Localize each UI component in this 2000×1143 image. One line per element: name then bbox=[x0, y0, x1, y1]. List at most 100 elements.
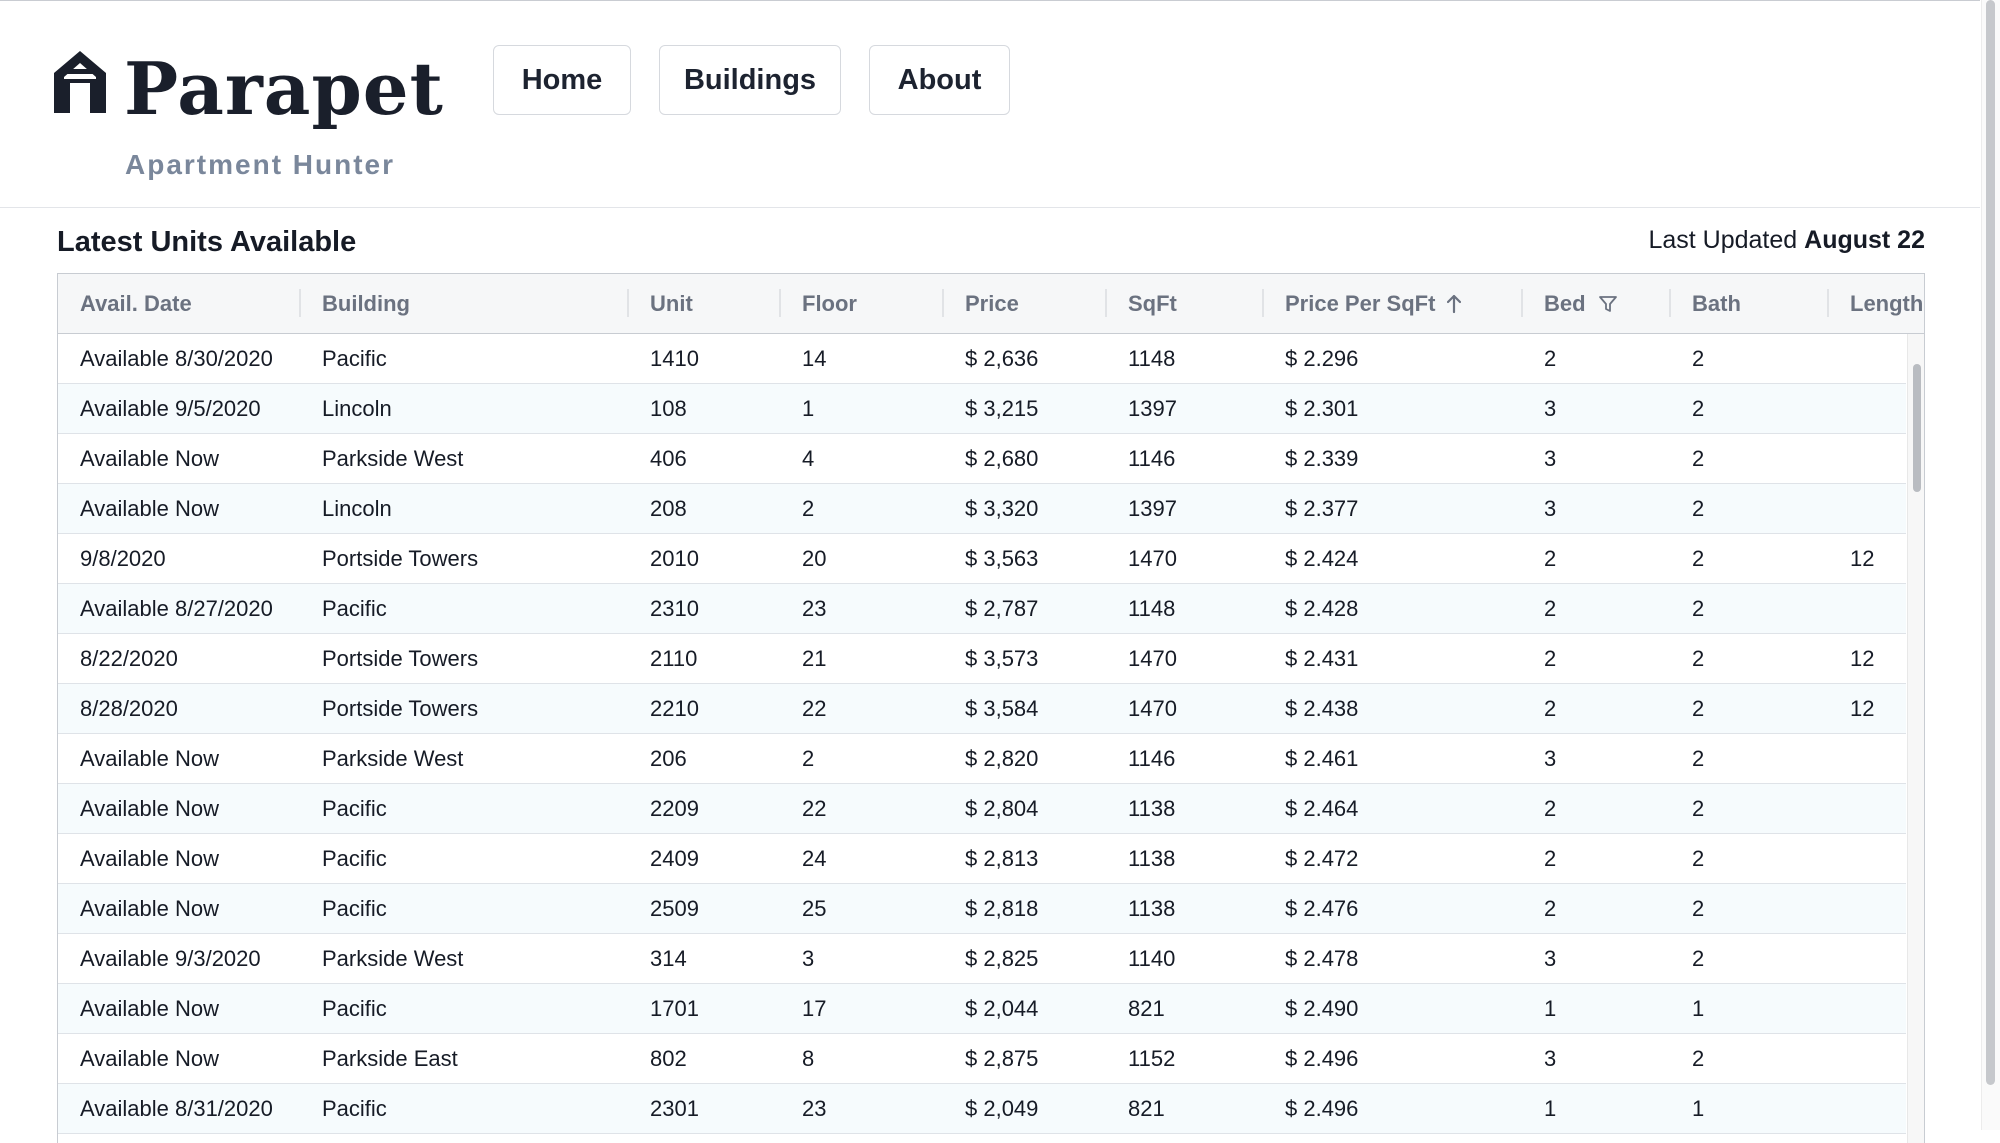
cell-price-per-sqft: $ 2.490 bbox=[1285, 996, 1359, 1021]
column-header-bath[interactable]: Bath bbox=[1670, 274, 1828, 333]
cell-price: $ 2,804 bbox=[965, 796, 1039, 821]
cell-sqft: 1152 bbox=[1128, 1046, 1176, 1071]
table-row[interactable]: Available Now Pacific 2209 22 $ 2,804 1138 $ 2… bbox=[58, 784, 1906, 834]
last-updated: Last Updated August 22 bbox=[1648, 226, 1925, 255]
table-row[interactable]: Available 8/31/2020 Pacific 2301 23 $ 2,049 8… bbox=[58, 1084, 1906, 1134]
table-row[interactable]: Available Now Pacific 1701 17 $ 2,044 821 $ 2.… bbox=[58, 984, 1906, 1034]
column-header-bed[interactable]: Bed bbox=[1522, 274, 1670, 333]
cell-bath: 2 bbox=[1692, 446, 1705, 471]
cell-bath: 2 bbox=[1692, 746, 1705, 771]
column-header-price-per-sqft[interactable]: Price Per SqFt bbox=[1263, 274, 1522, 333]
cell-bed: 2 bbox=[1544, 896, 1557, 921]
cell-avail-date: Available Now bbox=[80, 446, 220, 471]
cell-avail-date: 8/22/2020 bbox=[80, 646, 178, 671]
cell-avail-date: Available 9/3/2020 bbox=[80, 946, 261, 971]
column-header-label: Floor bbox=[802, 290, 857, 316]
column-header-sqft[interactable]: SqFt bbox=[1106, 274, 1263, 333]
column-header-avail-date[interactable]: Avail. Date bbox=[58, 274, 300, 333]
cell-price: $ 2,875 bbox=[965, 1046, 1039, 1071]
table-row[interactable]: Available Now Lincoln 208 2 $ 3,320 1397 $ 2.3… bbox=[58, 484, 1906, 534]
nav-buildings-button[interactable]: Buildings bbox=[659, 45, 841, 115]
cell-bath: 1 bbox=[1692, 996, 1705, 1021]
table-row[interactable]: Available Now Parkside West 206 2 $ 2,820 114… bbox=[58, 734, 1906, 784]
cell-building: Parkside West bbox=[322, 746, 464, 771]
table-scroll-thumb[interactable] bbox=[1913, 364, 1921, 492]
cell-avail-date: Available 8/31/2020 bbox=[80, 1096, 273, 1121]
cell-floor: 21 bbox=[802, 646, 827, 671]
cell-building: Pacific bbox=[322, 346, 387, 371]
cell-price: $ 2,825 bbox=[965, 946, 1039, 971]
nav-about-button[interactable]: About bbox=[869, 45, 1010, 115]
cell-unit: 406 bbox=[650, 446, 687, 471]
cell-unit: 1701 bbox=[650, 996, 699, 1021]
table-row[interactable]: 8/28/2020 Portside Towers 2210 22 $ 3,584 147… bbox=[58, 684, 1906, 734]
table-vertical-scrollbar[interactable] bbox=[1907, 334, 1924, 1143]
units-table: Avail. Date Building Unit Floor Price Sq… bbox=[57, 273, 1925, 1143]
cell-bath: 2 bbox=[1692, 946, 1705, 971]
nav-home-button[interactable]: Home bbox=[493, 45, 631, 115]
last-updated-label: Last Updated bbox=[1648, 226, 1798, 254]
cell-bed: 3 bbox=[1544, 1046, 1557, 1071]
cell-avail-date: Available Now bbox=[80, 846, 220, 871]
table-row[interactable]: Available Now Pacific 2409 24 $ 2,813 1138 $ 2… bbox=[58, 834, 1906, 884]
cell-bed: 2 bbox=[1544, 596, 1557, 621]
cell-bath: 2 bbox=[1692, 646, 1705, 671]
cell-bath: 2 bbox=[1692, 346, 1705, 371]
table-row[interactable]: Available Now Parkside East 802 8 $ 2,875 115… bbox=[58, 1034, 1906, 1084]
house-logo-icon bbox=[54, 51, 106, 113]
column-header-label: Building bbox=[322, 290, 410, 316]
column-header-unit[interactable]: Unit bbox=[628, 274, 780, 333]
cell-sqft: 1397 bbox=[1128, 396, 1177, 421]
table-row[interactable]: Available 8/30/2020 Pacific 1410 14 $ 2,636 1… bbox=[58, 334, 1906, 384]
cell-building: Pacific bbox=[322, 896, 387, 921]
cell-bath: 2 bbox=[1692, 396, 1705, 421]
cell-floor: 24 bbox=[802, 846, 827, 871]
cell-sqft: 1140 bbox=[1128, 946, 1176, 971]
cell-bed: 2 bbox=[1544, 796, 1557, 821]
brand-name[interactable]: Parapet bbox=[124, 43, 444, 135]
column-header-length[interactable]: Length bbox=[1828, 274, 1924, 333]
column-header-label: Avail. Date bbox=[80, 290, 192, 316]
cell-building: Pacific bbox=[322, 596, 387, 621]
page-vertical-scrollbar[interactable] bbox=[1981, 0, 2000, 1130]
table-row[interactable]: 8/22/2020 Portside Towers 2110 21 $ 3,573 147… bbox=[58, 634, 1906, 684]
cell-floor: 22 bbox=[802, 796, 827, 821]
cell-price: $ 2,787 bbox=[965, 596, 1039, 621]
cell-floor: 14 bbox=[802, 346, 827, 371]
arrow-up-icon[interactable] bbox=[1447, 294, 1462, 314]
cell-building: Lincoln bbox=[322, 496, 392, 521]
table-row[interactable]: Available Now Parkside West 406 4 $ 2,680 114… bbox=[58, 434, 1906, 484]
cell-floor: 25 bbox=[802, 896, 827, 921]
cell-bed: 3 bbox=[1544, 746, 1557, 771]
cell-bed: 2 bbox=[1544, 846, 1557, 871]
table-row[interactable]: Available 9/3/2020 Parkside West 314 3 $ 2,8… bbox=[58, 934, 1906, 984]
table-row[interactable]: Available Now Pacific 2509 25 $ 2,818 1138 $ 2… bbox=[58, 884, 1906, 934]
cell-bath: 1 bbox=[1692, 1096, 1705, 1121]
column-header-price[interactable]: Price bbox=[943, 274, 1106, 333]
cell-sqft: 1470 bbox=[1128, 696, 1177, 721]
table-row[interactable]: Available 8/27/2020 Pacific 2310 23 $ 2,787 1… bbox=[58, 584, 1906, 634]
cell-unit: 108 bbox=[650, 396, 687, 421]
table-row[interactable]: 9/8/2020 Portside Towers 2010 20 $ 3,563 1470… bbox=[58, 534, 1906, 584]
filter-icon[interactable] bbox=[1598, 294, 1618, 314]
cell-unit: 2310 bbox=[650, 596, 699, 621]
table-row[interactable]: Available 9/5/2020 Lincoln 108 1 $ 3,215 1397… bbox=[58, 384, 1906, 434]
cell-floor: 20 bbox=[802, 546, 827, 571]
cell-price: $ 3,320 bbox=[965, 496, 1039, 521]
cell-floor: 1 bbox=[802, 396, 815, 421]
cell-bed: 2 bbox=[1544, 546, 1557, 571]
cell-price: $ 2,680 bbox=[965, 446, 1039, 471]
cell-price: $ 2,044 bbox=[965, 996, 1039, 1021]
column-header-building[interactable]: Building bbox=[300, 274, 628, 333]
cell-sqft: 1146 bbox=[1128, 746, 1176, 771]
cell-sqft: 1148 bbox=[1128, 596, 1176, 621]
cell-price-per-sqft: $ 2.431 bbox=[1285, 646, 1359, 671]
cell-avail-date: Available Now bbox=[80, 996, 220, 1021]
column-header-label: Unit bbox=[650, 290, 693, 316]
column-header-floor[interactable]: Floor bbox=[780, 274, 942, 333]
cell-unit: 314 bbox=[650, 946, 687, 971]
page-scroll-thumb[interactable] bbox=[1986, 0, 1995, 1085]
cell-price-per-sqft: $ 2.476 bbox=[1285, 896, 1359, 921]
cell-sqft: 1148 bbox=[1128, 346, 1176, 371]
cell-floor: 2 bbox=[802, 496, 815, 521]
